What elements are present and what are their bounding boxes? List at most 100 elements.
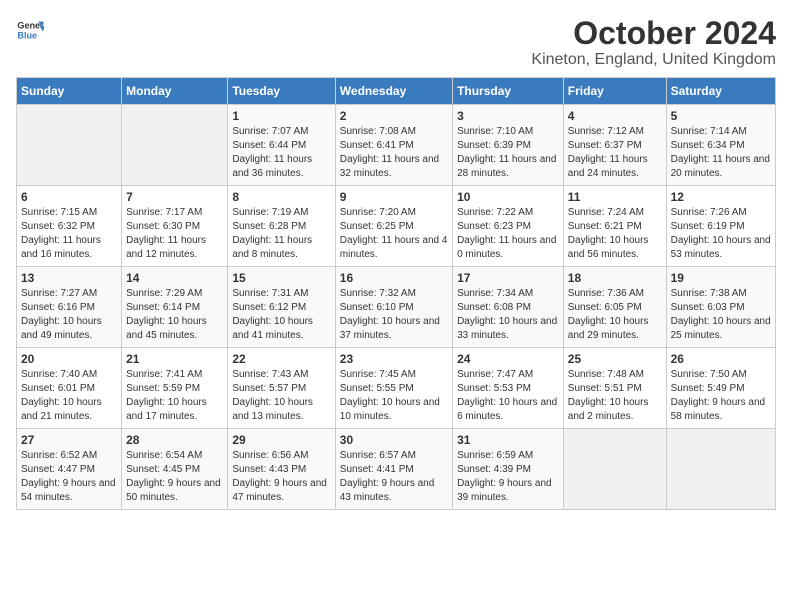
logo: General Blue xyxy=(16,16,44,44)
calendar-week-row: 6Sunrise: 7:15 AMSunset: 6:32 PMDaylight… xyxy=(17,186,776,267)
header-friday: Friday xyxy=(563,78,666,105)
cell-details: Sunrise: 7:08 AMSunset: 6:41 PMDaylight:… xyxy=(340,125,448,181)
cell-details: Sunrise: 7:50 AMSunset: 5:49 PMDaylight:… xyxy=(671,368,771,424)
calendar-header-row: Sunday Monday Tuesday Wednesday Thursday… xyxy=(17,78,776,105)
calendar-cell: 18Sunrise: 7:36 AMSunset: 6:05 PMDayligh… xyxy=(563,267,666,348)
day-number: 25 xyxy=(568,352,662,366)
header-saturday: Saturday xyxy=(666,78,775,105)
cell-details: Sunrise: 7:29 AMSunset: 6:14 PMDaylight:… xyxy=(126,287,223,343)
calendar-cell xyxy=(17,105,122,186)
cell-details: Sunrise: 7:19 AMSunset: 6:28 PMDaylight:… xyxy=(232,206,330,262)
day-number: 2 xyxy=(340,109,448,123)
cell-details: Sunrise: 7:26 AMSunset: 6:19 PMDaylight:… xyxy=(671,206,771,262)
cell-details: Sunrise: 7:31 AMSunset: 6:12 PMDaylight:… xyxy=(232,287,330,343)
calendar-cell: 16 Sunrise: 7:32 AMSunset: 6:10 PMDayligh… xyxy=(335,267,452,348)
cell-details: Sunrise: 7:38 AMSunset: 6:03 PMDaylight:… xyxy=(671,287,771,343)
day-number: 20 xyxy=(21,352,117,366)
day-number: 10 xyxy=(457,190,559,204)
calendar-cell: 1 Sunrise: 7:07 AMSunset: 6:44 PMDaylight… xyxy=(228,105,335,186)
calendar-cell: 28 Sunrise: 6:54 AMSunset: 4:45 PMDayligh… xyxy=(122,429,228,510)
header-tuesday: Tuesday xyxy=(228,78,335,105)
calendar-cell: 26Sunrise: 7:50 AMSunset: 5:49 PMDayligh… xyxy=(666,348,775,429)
calendar-cell: 2 Sunrise: 7:08 AMSunset: 6:41 PMDaylight… xyxy=(335,105,452,186)
cell-details: Sunrise: 7:07 AMSunset: 6:44 PMDaylight:… xyxy=(232,125,330,181)
month-title: October 2024 xyxy=(531,16,776,51)
calendar-cell: 3Sunrise: 7:10 AMSunset: 6:39 PMDaylight… xyxy=(453,105,564,186)
day-number: 9 xyxy=(340,190,448,204)
day-number: 30 xyxy=(340,433,448,447)
day-number: 29 xyxy=(232,433,330,447)
calendar-cell: 24 Sunrise: 7:47 AMSunset: 5:53 PMDayligh… xyxy=(453,348,564,429)
svg-text:Blue: Blue xyxy=(17,30,37,40)
day-number: 13 xyxy=(21,271,117,285)
day-number: 24 xyxy=(457,352,559,366)
page-header: General Blue October 2024 Kineton, Engla… xyxy=(16,16,776,69)
calendar-cell: 5 Sunrise: 7:14 AMSunset: 6:34 PMDaylight… xyxy=(666,105,775,186)
calendar-cell: 9 Sunrise: 7:20 AMSunset: 6:25 PMDaylight… xyxy=(335,186,452,267)
cell-details: Sunrise: 7:40 AMSunset: 6:01 PMDaylight:… xyxy=(21,368,117,424)
cell-details: Sunrise: 7:32 AMSunset: 6:10 PMDaylight:… xyxy=(340,287,448,343)
calendar-cell: 22 Sunrise: 7:43 AMSunset: 5:57 PMDayligh… xyxy=(228,348,335,429)
calendar-cell xyxy=(563,429,666,510)
cell-details: Sunrise: 6:57 AMSunset: 4:41 PMDaylight:… xyxy=(340,449,448,505)
calendar-cell: 14 Sunrise: 7:29 AMSunset: 6:14 PMDayligh… xyxy=(122,267,228,348)
cell-details: Sunrise: 6:56 AMSunset: 4:43 PMDaylight:… xyxy=(232,449,330,505)
day-number: 18 xyxy=(568,271,662,285)
day-number: 5 xyxy=(671,109,771,123)
cell-details: Sunrise: 7:22 AMSunset: 6:23 PMDaylight:… xyxy=(457,206,559,262)
location-subtitle: Kineton, England, United Kingdom xyxy=(531,51,776,69)
calendar-table: Sunday Monday Tuesday Wednesday Thursday… xyxy=(16,77,776,510)
title-block: October 2024 Kineton, England, United Ki… xyxy=(531,16,776,69)
day-number: 16 xyxy=(340,271,448,285)
cell-details: Sunrise: 7:48 AMSunset: 5:51 PMDaylight:… xyxy=(568,368,662,424)
calendar-cell xyxy=(122,105,228,186)
day-number: 22 xyxy=(232,352,330,366)
day-number: 23 xyxy=(340,352,448,366)
logo-icon: General Blue xyxy=(16,16,44,44)
calendar-cell: 10 Sunrise: 7:22 AMSunset: 6:23 PMDayligh… xyxy=(453,186,564,267)
cell-details: Sunrise: 6:54 AMSunset: 4:45 PMDaylight:… xyxy=(126,449,223,505)
cell-details: Sunrise: 6:59 AMSunset: 4:39 PMDaylight:… xyxy=(457,449,559,505)
day-number: 6 xyxy=(21,190,117,204)
cell-details: Sunrise: 7:34 AMSunset: 6:08 PMDaylight:… xyxy=(457,287,559,343)
day-number: 3 xyxy=(457,109,559,123)
cell-details: Sunrise: 7:43 AMSunset: 5:57 PMDaylight:… xyxy=(232,368,330,424)
calendar-cell: 13 Sunrise: 7:27 AMSunset: 6:16 PMDayligh… xyxy=(17,267,122,348)
cell-details: Sunrise: 7:47 AMSunset: 5:53 PMDaylight:… xyxy=(457,368,559,424)
day-number: 31 xyxy=(457,433,559,447)
calendar-cell: 31 Sunrise: 6:59 AMSunset: 4:39 PMDayligh… xyxy=(453,429,564,510)
calendar-week-row: 27Sunrise: 6:52 AMSunset: 4:47 PMDayligh… xyxy=(17,429,776,510)
day-number: 1 xyxy=(232,109,330,123)
cell-details: Sunrise: 7:14 AMSunset: 6:34 PMDaylight:… xyxy=(671,125,771,181)
header-sunday: Sunday xyxy=(17,78,122,105)
day-number: 4 xyxy=(568,109,662,123)
cell-details: Sunrise: 7:20 AMSunset: 6:25 PMDaylight:… xyxy=(340,206,448,262)
cell-details: Sunrise: 7:12 AMSunset: 6:37 PMDaylight:… xyxy=(568,125,662,181)
day-number: 15 xyxy=(232,271,330,285)
calendar-cell: 8 Sunrise: 7:19 AMSunset: 6:28 PMDaylight… xyxy=(228,186,335,267)
cell-details: Sunrise: 7:24 AMSunset: 6:21 PMDaylight:… xyxy=(568,206,662,262)
header-wednesday: Wednesday xyxy=(335,78,452,105)
cell-details: Sunrise: 7:41 AMSunset: 5:59 PMDaylight:… xyxy=(126,368,223,424)
header-monday: Monday xyxy=(122,78,228,105)
calendar-cell: 11 Sunrise: 7:24 AMSunset: 6:21 PMDayligh… xyxy=(563,186,666,267)
calendar-cell: 19 Sunrise: 7:38 AMSunset: 6:03 PMDayligh… xyxy=(666,267,775,348)
day-number: 8 xyxy=(232,190,330,204)
calendar-cell: 7Sunrise: 7:17 AMSunset: 6:30 PMDaylight… xyxy=(122,186,228,267)
calendar-cell: 17Sunrise: 7:34 AMSunset: 6:08 PMDayligh… xyxy=(453,267,564,348)
day-number: 28 xyxy=(126,433,223,447)
calendar-week-row: 13 Sunrise: 7:27 AMSunset: 6:16 PMDayligh… xyxy=(17,267,776,348)
calendar-week-row: 20 Sunrise: 7:40 AMSunset: 6:01 PMDayligh… xyxy=(17,348,776,429)
calendar-cell: 15 Sunrise: 7:31 AMSunset: 6:12 PMDayligh… xyxy=(228,267,335,348)
calendar-cell: 20 Sunrise: 7:40 AMSunset: 6:01 PMDayligh… xyxy=(17,348,122,429)
day-number: 19 xyxy=(671,271,771,285)
calendar-cell: 12Sunrise: 7:26 AMSunset: 6:19 PMDayligh… xyxy=(666,186,775,267)
day-number: 11 xyxy=(568,190,662,204)
day-number: 21 xyxy=(126,352,223,366)
day-number: 14 xyxy=(126,271,223,285)
calendar-week-row: 1 Sunrise: 7:07 AMSunset: 6:44 PMDaylight… xyxy=(17,105,776,186)
day-number: 7 xyxy=(126,190,223,204)
calendar-cell: 21 Sunrise: 7:41 AMSunset: 5:59 PMDayligh… xyxy=(122,348,228,429)
day-number: 27 xyxy=(21,433,117,447)
cell-details: Sunrise: 7:27 AMSunset: 6:16 PMDaylight:… xyxy=(21,287,117,343)
